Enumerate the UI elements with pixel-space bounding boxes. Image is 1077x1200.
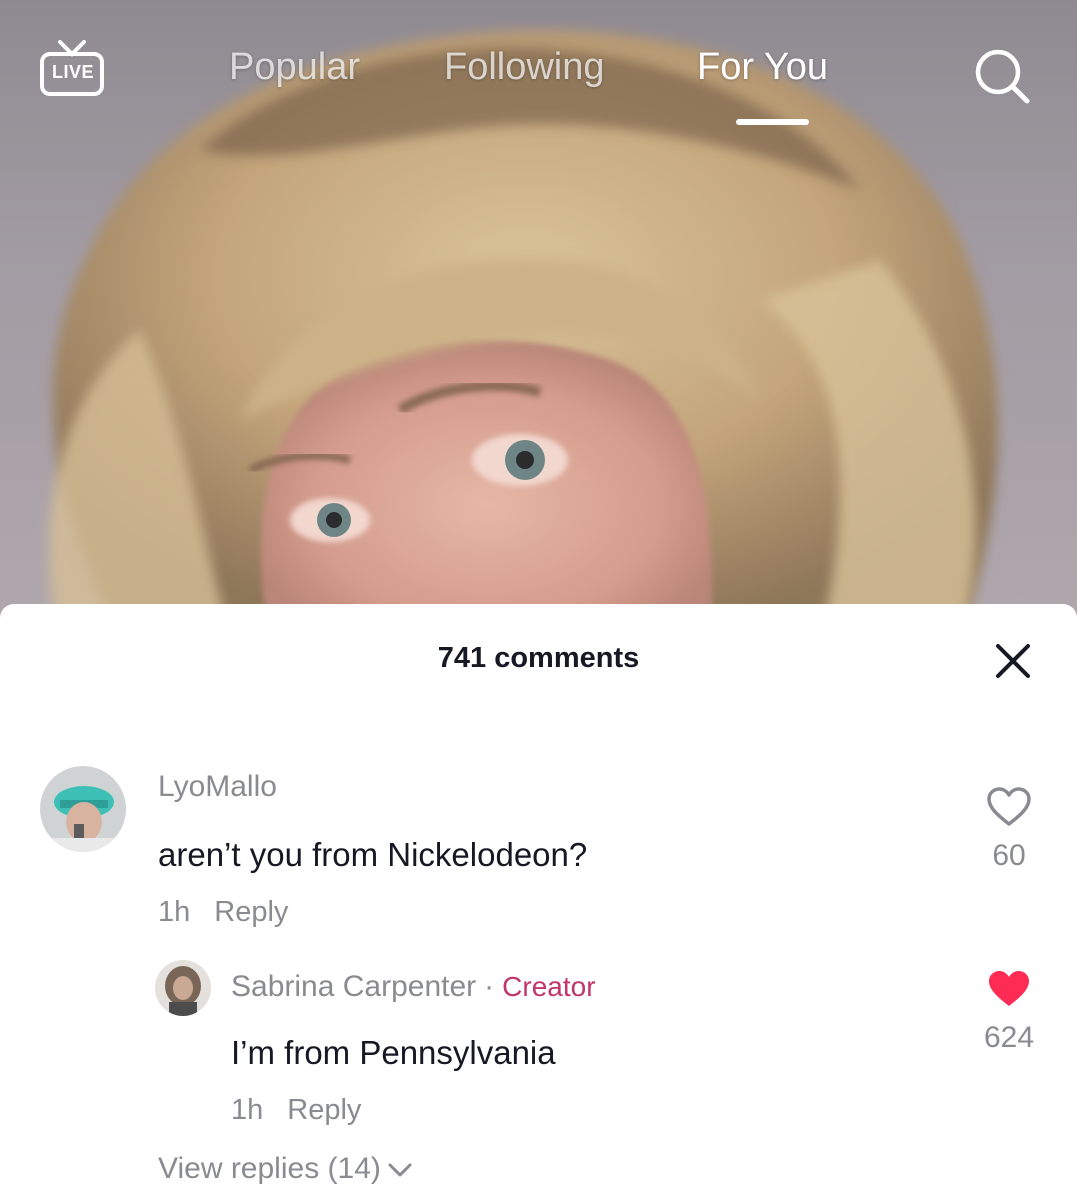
reply-like-count: 624: [983, 1021, 1035, 1054]
top-navigation: LIVE Popular Following For You: [0, 0, 1077, 140]
avatar-lyomallo[interactable]: [40, 766, 126, 852]
like-count: 60: [992, 839, 1026, 872]
search-icon: [975, 49, 1030, 104]
reply-button[interactable]: Reply: [214, 896, 288, 928]
comment-timestamp: 1h: [158, 896, 191, 928]
view-replies-button[interactable]: View replies (14): [158, 1152, 413, 1186]
avatar-creator[interactable]: [155, 960, 211, 1016]
comments-sheet: 741 comments LyoMallo aren’t you from Ni…: [0, 604, 1077, 1200]
live-label: LIVE: [51, 62, 94, 82]
comments-count-title: 741 comments: [437, 642, 640, 674]
view-replies-label: View replies (14): [158, 1152, 381, 1185]
heart-filled-icon: [989, 971, 1029, 1006]
reply-username[interactable]: Sabrina Carpenter: [231, 970, 476, 1003]
heart-outline-icon: [987, 787, 1031, 826]
comment-username[interactable]: LyoMallo: [158, 770, 277, 804]
tab-for-you[interactable]: For You: [697, 46, 828, 89]
separator-dot: ·: [484, 970, 495, 1003]
reply-like-button[interactable]: 624: [969, 968, 1049, 1055]
reply-meta: 1h Reply: [231, 1094, 361, 1127]
comment-meta: 1h Reply: [158, 896, 288, 929]
user-avatar-image: [40, 766, 126, 852]
reply-text: I’m from Pennsylvania: [231, 1034, 556, 1071]
creator-badge: Creator: [502, 971, 596, 1002]
chevron-down-icon: [388, 1163, 412, 1177]
active-tab-indicator: [736, 119, 809, 125]
comment-text: aren’t you from Nickelodeon?: [158, 836, 588, 873]
reply-username-line: Sabrina Carpenter · Creator: [231, 970, 596, 1004]
live-button[interactable]: LIVE: [38, 38, 106, 102]
tab-popular[interactable]: Popular: [229, 46, 360, 89]
search-button[interactable]: [968, 44, 1034, 106]
close-icon: [996, 644, 1030, 678]
creator-avatar-image: [155, 960, 211, 1016]
close-button[interactable]: [992, 640, 1034, 682]
reply-to-reply-button[interactable]: Reply: [287, 1094, 361, 1126]
comment-like-button[interactable]: 60: [969, 786, 1049, 873]
tab-following[interactable]: Following: [444, 46, 605, 89]
reply-timestamp: 1h: [231, 1094, 264, 1126]
